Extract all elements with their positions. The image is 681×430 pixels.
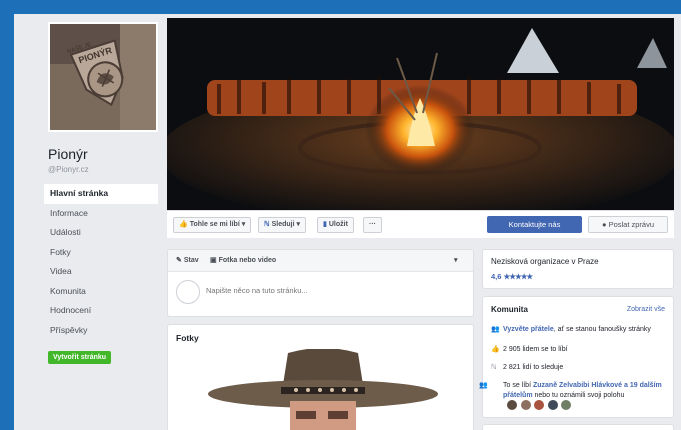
- community-title: Komunita: [491, 305, 528, 314]
- invite-friends-link[interactable]: Vyzvěte přátele: [503, 326, 554, 333]
- bookmark-icon: ▮: [323, 221, 327, 228]
- stars-rating-icon: ★★★★★: [503, 272, 534, 281]
- create-page-button[interactable]: Vytvořit stránku: [48, 351, 112, 364]
- sidebar-nav: Hlavní stránka Informace Události Fotky …: [44, 184, 158, 340]
- profile-picture[interactable]: PIONÝR NAŠE JE: [48, 22, 158, 132]
- pionyr-logo-icon: PIONÝR NAŠE JE: [50, 24, 156, 130]
- post-composer: ✎ Stav ▣ Fotka nebo video ▾: [167, 249, 474, 317]
- rss-icon: ℕ: [491, 364, 497, 371]
- photo-icon: ▣: [210, 257, 217, 264]
- page-rating[interactable]: 4,6 ★★★★★: [491, 272, 534, 281]
- follow-button[interactable]: ℕ Sleduji ▾: [258, 217, 307, 233]
- sidebar-item-videos[interactable]: Videa: [44, 262, 158, 282]
- thumbs-up-icon: 👍: [179, 221, 188, 228]
- page-category[interactable]: Nezisková organizace v Praze: [491, 257, 599, 266]
- sidebar-item-info[interactable]: Informace: [44, 204, 158, 224]
- top-blue-bar: [0, 0, 681, 12]
- follows-row: ℕ2 821 lidí to sleduje: [491, 364, 564, 371]
- photos-title[interactable]: Fotky: [176, 333, 199, 343]
- page-action-bar: 👍 Tohle se mi líbí ▾ ℕ Sleduji ▾ ▮ Uložit ·…: [167, 210, 674, 238]
- contact-us-button[interactable]: Kontaktujte nás: [487, 216, 582, 233]
- next-card: [482, 424, 674, 430]
- sidebar-item-photos[interactable]: Fotky: [44, 243, 158, 263]
- composer-avatar: [176, 280, 200, 304]
- post-input[interactable]: [206, 286, 456, 295]
- composer-dropdown-icon[interactable]: ▾: [454, 256, 458, 264]
- sidebar-item-reviews[interactable]: Hodnocení: [44, 301, 158, 321]
- avatar[interactable]: [507, 400, 517, 410]
- sidebar-item-posts[interactable]: Příspěvky: [44, 321, 158, 341]
- avatar[interactable]: [534, 400, 545, 410]
- photos-section: Fotky: [167, 324, 474, 430]
- composer-tabs: ✎ Stav ▣ Fotka nebo video ▾: [168, 250, 473, 272]
- send-message-button[interactable]: ● Poslat zprávu: [588, 216, 668, 233]
- save-button[interactable]: ▮ Uložit: [317, 217, 354, 233]
- sidebar-item-home[interactable]: Hlavní stránka: [44, 184, 158, 204]
- cowboy-hat-photo: [168, 348, 473, 430]
- people-icon: 👥: [479, 382, 488, 389]
- invite-friends-row: 👥 Vyzvěte přátele, ať se stanou fanoušky …: [491, 326, 651, 333]
- like-button[interactable]: 👍 Tohle se mi líbí ▾: [173, 217, 252, 233]
- cover-photo[interactable]: [167, 18, 674, 210]
- sidebar-item-events[interactable]: Události: [44, 223, 158, 243]
- see-all-link[interactable]: Zobrazit vše: [627, 306, 665, 313]
- friends-row: 👥 To se líbí Zuzaně Zelvabibi Hlávkové a …: [479, 382, 662, 399]
- likes-row: 👍 2 905 lidem se to líbí: [491, 346, 568, 353]
- photo-thumbnail[interactable]: [168, 348, 473, 430]
- rss-icon: ℕ: [264, 221, 270, 228]
- avatar[interactable]: [520, 400, 531, 410]
- more-options-button[interactable]: ···: [363, 217, 382, 233]
- people-icon: 👥: [491, 326, 500, 333]
- photo-video-tab[interactable]: ▣ Fotka nebo video: [210, 256, 276, 264]
- page-title: Pionýr: [48, 146, 88, 162]
- pencil-icon: ✎: [176, 257, 182, 264]
- avatar[interactable]: [547, 400, 558, 410]
- sidebar-item-community[interactable]: Komunita: [44, 282, 158, 302]
- page-info-card: Nezisková organizace v Praze 4,6 ★★★★★: [482, 249, 674, 289]
- thumbs-up-icon: 👍: [491, 346, 500, 353]
- community-card: Komunita Zobrazit vše 👥 Vyzvěte přátele, …: [479, 296, 674, 418]
- facebook-page: PIONÝR NAŠE JE Pionýr @Pionyr.cz Hlavní …: [14, 14, 681, 430]
- status-tab[interactable]: ✎ Stav: [176, 256, 199, 264]
- avatar[interactable]: [561, 400, 572, 410]
- campfire-cover-image: [167, 18, 674, 210]
- friend-avatars: [507, 400, 572, 412]
- message-bubble-icon: ●: [601, 220, 607, 229]
- page-handle[interactable]: @Pionyr.cz: [48, 165, 89, 174]
